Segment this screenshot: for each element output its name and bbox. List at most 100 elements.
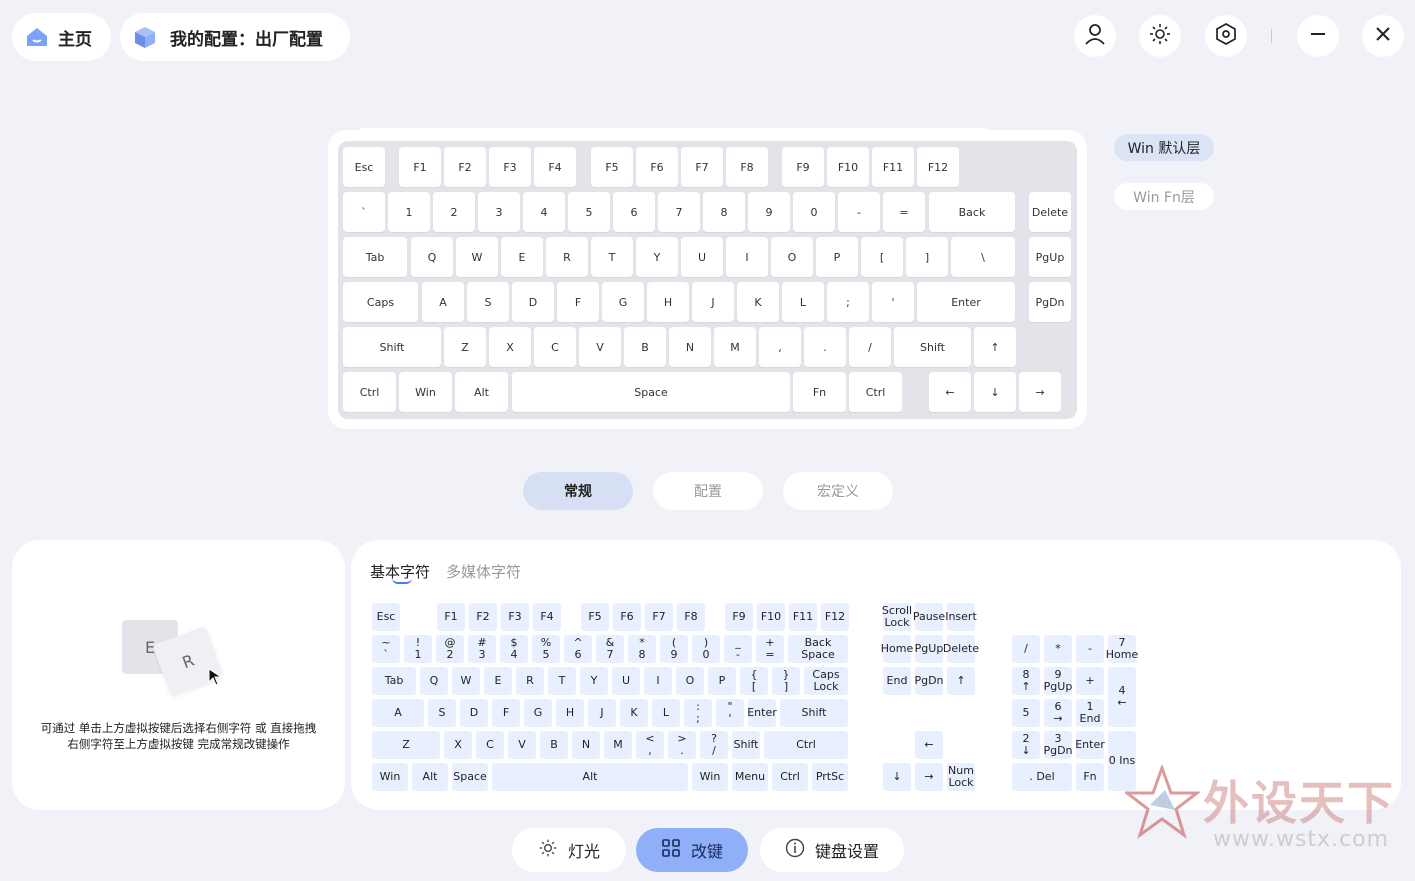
charset-key-84[interactable]: ← — [915, 731, 943, 759]
charset-key-19[interactable]: ^ 6 — [564, 635, 592, 663]
charset-key-11[interactable]: F11 — [789, 603, 817, 631]
key-50[interactable]: J — [692, 282, 734, 322]
key-20[interactable]: 7 — [658, 192, 700, 232]
charset-key-86[interactable]: → — [915, 763, 943, 791]
key-2[interactable]: F2 — [444, 147, 486, 187]
key-77[interactable]: ↓ — [974, 372, 1016, 412]
key-57[interactable]: Shift — [343, 327, 441, 367]
key-29[interactable]: Q — [411, 237, 453, 277]
charset-key-68[interactable]: Alt — [412, 763, 448, 791]
charset-key-41[interactable]: Caps Lock — [804, 667, 848, 695]
key-17[interactable]: 4 — [523, 192, 565, 232]
charset-key-70[interactable]: Alt — [492, 763, 688, 791]
charset-key-45[interactable]: F — [492, 699, 520, 727]
key-71[interactable]: Win — [399, 372, 452, 412]
charset-key-64[interactable]: ? / — [700, 731, 728, 759]
charset-key-4[interactable]: F4 — [533, 603, 561, 631]
charset-key-97[interactable]: 6 → — [1044, 699, 1072, 727]
charset-key-74[interactable]: PrtSc — [812, 763, 848, 791]
charset-key-72[interactable]: Menu — [732, 763, 768, 791]
charset-key-52[interactable]: " ' — [716, 699, 744, 727]
charset-key-66[interactable]: Ctrl — [764, 731, 848, 759]
charset-key-85[interactable]: ↓ — [883, 763, 911, 791]
key-78[interactable]: → — [1019, 372, 1061, 412]
key-36[interactable]: I — [726, 237, 768, 277]
charset-key-77[interactable]: Insert — [945, 603, 977, 631]
charset-key-34[interactable]: U — [612, 667, 640, 695]
charset-tab-media[interactable]: 多媒体字符 — [446, 561, 521, 582]
key-14[interactable]: 1 — [388, 192, 430, 232]
settings-button[interactable] — [1205, 15, 1247, 57]
key-45[interactable]: S — [467, 282, 509, 322]
key-44[interactable]: A — [422, 282, 464, 322]
key-15[interactable]: 2 — [433, 192, 475, 232]
charset-key-27[interactable]: Tab — [372, 667, 416, 695]
charset-key-9[interactable]: F9 — [725, 603, 753, 631]
key-7[interactable]: F7 — [681, 147, 723, 187]
charset-key-2[interactable]: F2 — [469, 603, 497, 631]
charset-key-76[interactable]: Pause — [913, 603, 945, 631]
key-6[interactable]: F6 — [636, 147, 678, 187]
charset-key-63[interactable]: > . — [668, 731, 696, 759]
key-68[interactable]: Shift — [894, 327, 971, 367]
charset-key-47[interactable]: H — [556, 699, 584, 727]
charset-key-54[interactable]: Shift — [780, 699, 848, 727]
key-42[interactable]: PgUp — [1029, 237, 1071, 277]
key-75[interactable]: Ctrl — [849, 372, 902, 412]
charset-key-23[interactable]: ) 0 — [692, 635, 720, 663]
charset-key-57[interactable]: C — [476, 731, 504, 759]
close-button[interactable] — [1362, 15, 1404, 57]
charset-key-16[interactable]: # 3 — [468, 635, 496, 663]
charset-key-25[interactable]: + = — [756, 635, 784, 663]
charset-key-6[interactable]: F6 — [613, 603, 641, 631]
charset-key-87[interactable]: Num Lock — [947, 763, 975, 791]
charset-key-56[interactable]: X — [444, 731, 472, 759]
tab-macro[interactable]: 宏定义 — [783, 472, 893, 510]
key-23[interactable]: 0 — [793, 192, 835, 232]
charset-key-91[interactable]: 7 Home — [1106, 635, 1138, 663]
key-30[interactable]: W — [456, 237, 498, 277]
key-16[interactable]: 3 — [478, 192, 520, 232]
key-53[interactable]: ; — [827, 282, 869, 322]
key-25[interactable]: = — [883, 192, 925, 232]
charset-key-35[interactable]: I — [644, 667, 672, 695]
key-22[interactable]: 9 — [748, 192, 790, 232]
key-8[interactable]: F8 — [726, 147, 768, 187]
key-38[interactable]: P — [816, 237, 858, 277]
key-61[interactable]: V — [579, 327, 621, 367]
charset-key-42[interactable]: A — [372, 699, 424, 727]
charset-key-38[interactable]: { [ — [740, 667, 768, 695]
charset-key-49[interactable]: K — [620, 699, 648, 727]
key-49[interactable]: H — [647, 282, 689, 322]
charset-key-90[interactable]: - — [1076, 635, 1104, 663]
charset-key-53[interactable]: Enter — [747, 699, 777, 727]
key-43[interactable]: Caps — [343, 282, 418, 322]
charset-key-12[interactable]: F12 — [821, 603, 849, 631]
charset-key-7[interactable]: F7 — [645, 603, 673, 631]
charset-key-36[interactable]: O — [676, 667, 704, 695]
key-63[interactable]: N — [669, 327, 711, 367]
charset-key-100[interactable]: 3 PgDn — [1043, 731, 1073, 759]
key-31[interactable]: E — [501, 237, 543, 277]
key-26[interactable]: Back — [929, 192, 1015, 232]
key-47[interactable]: F — [557, 282, 599, 322]
tab-general[interactable]: 常规 — [523, 472, 633, 510]
charset-key-80[interactable]: Delete — [943, 635, 979, 663]
key-24[interactable]: - — [838, 192, 880, 232]
nav-remap[interactable]: 改键 — [636, 828, 748, 872]
charset-key-99[interactable]: 2 ↓ — [1012, 731, 1040, 759]
charset-key-48[interactable]: J — [588, 699, 616, 727]
charset-key-8[interactable]: F8 — [677, 603, 705, 631]
charset-key-89[interactable]: * — [1044, 635, 1072, 663]
charset-key-13[interactable]: ~ ` — [372, 635, 400, 663]
key-74[interactable]: Fn — [793, 372, 846, 412]
key-67[interactable]: / — [849, 327, 891, 367]
key-64[interactable]: M — [714, 327, 756, 367]
key-46[interactable]: D — [512, 282, 554, 322]
charset-key-22[interactable]: ( 9 — [660, 635, 688, 663]
key-12[interactable]: F12 — [917, 147, 959, 187]
charset-key-62[interactable]: < , — [636, 731, 664, 759]
key-58[interactable]: Z — [444, 327, 486, 367]
charset-key-29[interactable]: W — [452, 667, 480, 695]
charset-key-14[interactable]: ! 1 — [404, 635, 432, 663]
